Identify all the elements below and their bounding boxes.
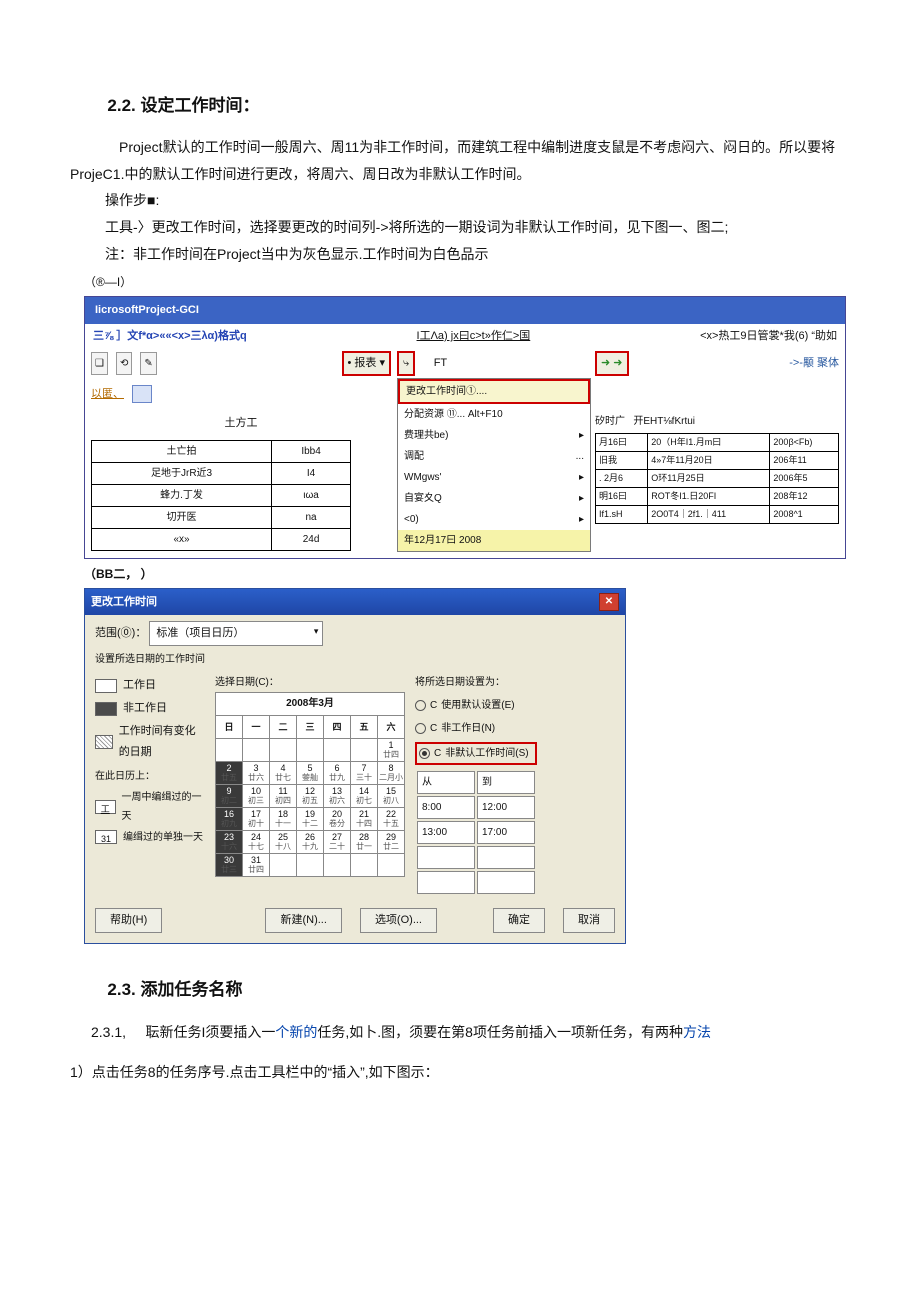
cell: 蜂力.丁发 bbox=[92, 484, 272, 506]
menu-item: 费理共be)▸ bbox=[398, 425, 590, 446]
cell: 切开医 bbox=[92, 506, 272, 528]
set-dates-label: 设置所选日期的工作时间 bbox=[95, 650, 615, 669]
sec22-para3: 工具-〉更改工作时间，选择要更改的时间列->将所选的一期设词为非默认工作时间，见… bbox=[70, 214, 850, 241]
set-to-panel: 将所选日期设置为： C 使用默认设置(E) C 非工作日(N) C 非默认工作时… bbox=[415, 673, 537, 896]
time-from2[interactable]: 13:00 bbox=[417, 821, 475, 844]
figure1-caption: （®—I） bbox=[84, 271, 850, 294]
toolbar-icon: ⟲ bbox=[116, 352, 132, 375]
bluesquare-icon bbox=[132, 385, 152, 403]
fig1-menu-mid: I工Λa) jx曰c>t»作仁>国 bbox=[417, 326, 531, 347]
fig1-right-help: ->-颙 聚体 bbox=[789, 353, 839, 374]
legend-nonwork-icon bbox=[95, 702, 117, 716]
cal-head-sat: 六 bbox=[378, 716, 405, 739]
time-to2[interactable]: 17:00 bbox=[477, 821, 535, 844]
menu-item: 年12月17曰 2008 bbox=[398, 530, 590, 551]
fig1-task-table: 土亡拍Ibb4 足地于JrR近3I4 蜂力.丁发ιωa 切开医na «x»24d bbox=[91, 440, 351, 551]
legend-weekday-icon: 工 bbox=[95, 800, 116, 814]
legend-work-icon bbox=[95, 679, 117, 693]
green-arrows-highlight: ➜ ➜ bbox=[595, 351, 629, 376]
select-date-label: 选择日期(C)： bbox=[215, 673, 405, 692]
from-label: 从 bbox=[417, 771, 475, 794]
fig1-menu-left: 三⅞ ］文f*α>««<x>三λα)格式q bbox=[93, 326, 247, 347]
menu-item: 自宴夊Q▸ bbox=[398, 488, 590, 509]
fig1-right-table: 月16曰20（H年I1.月m曰200β<Fb) 旧我4»7年11月20日206年… bbox=[595, 433, 839, 524]
cell: na bbox=[272, 506, 351, 528]
cal-head-sun: 日 bbox=[216, 716, 243, 739]
menu-item: WMgws'▸ bbox=[398, 467, 590, 488]
sec22-para1: Project默认的工作时间一般周六、周11为非工作时间，而建筑工程中编制进度支… bbox=[70, 134, 850, 187]
time-from1[interactable]: 8:00 bbox=[417, 796, 475, 819]
report-button-highlight: • 报表 ▾ bbox=[342, 351, 392, 376]
ok-button[interactable]: 确定 bbox=[493, 908, 545, 933]
close-icon[interactable]: ✕ bbox=[599, 593, 619, 611]
cell: 24d bbox=[272, 528, 351, 550]
menu-change-work-time: 更改工作时间①.... bbox=[398, 379, 590, 404]
options-button[interactable]: 选项(O)... bbox=[360, 908, 437, 933]
label: 矽时广 bbox=[595, 416, 625, 427]
on-calendar-label: 在此日历上： bbox=[95, 767, 205, 786]
tools-menu-highlight: ⤷ bbox=[397, 351, 415, 376]
legend-single: 编缉过的单独一天 bbox=[123, 828, 203, 847]
calendar-panel: 选择日期(C)： 2008年3月 日 一二三四五 六 1廿四2廿五3廿六4廿七5… bbox=[215, 673, 405, 877]
fig1-toolbar-left: ❑ ⟲ ✎ • 报表 ▾ bbox=[91, 351, 391, 376]
toolbar-icon: ❑ bbox=[91, 352, 108, 375]
legend-changed: 工作时间有变化的日期 bbox=[119, 721, 205, 763]
fig1-menubar: 三⅞ ］文f*α>««<x>三λα)格式q I工Λa) jx曰c>t»作仁>国 … bbox=[85, 324, 845, 349]
cell: ιωa bbox=[272, 484, 351, 506]
new-button[interactable]: 新建(N)... bbox=[265, 908, 341, 933]
legend-changed-icon bbox=[95, 735, 113, 749]
legend-panel: 工作日 非工作日 工作时间有变化的日期 在此日历上： 工一周中编缉过的一天 31… bbox=[95, 673, 205, 849]
fig1-orange-text: 以匿、 bbox=[91, 384, 124, 405]
dialog-title: 更改工作时间 bbox=[91, 592, 157, 613]
scope-label: 范围(⓪)： bbox=[95, 627, 146, 639]
opt-nonwork[interactable]: C 非工作日(N) bbox=[415, 719, 537, 738]
heading-2-3: 2.3. 添加任务名称 bbox=[70, 974, 850, 1006]
opt-default[interactable]: C 使用默认设置(E) bbox=[415, 696, 537, 715]
figure2-caption: （BB二， ） bbox=[84, 563, 850, 586]
calendar-month: 2008年3月 bbox=[216, 693, 405, 716]
scope-select[interactable]: 标准（项目日历） bbox=[149, 621, 323, 646]
time-to1[interactable]: 12:00 bbox=[477, 796, 535, 819]
fig1-titlebar: IicrosoftProject-GCI bbox=[85, 297, 845, 324]
to-label: 到 bbox=[477, 771, 535, 794]
sec23-para1: 2.3.1, 耺新任务I须要插入一个新的任务,如卜.图，须要在第8项任务前插入一… bbox=[70, 1019, 850, 1046]
sec22-para4: 注：非工作时间在Project当中为灰色显示.工作时间为白色品示 bbox=[70, 241, 850, 268]
figure-1-project-window: IicrosoftProject-GCI 三⅞ ］文f*α>««<x>三λα)格… bbox=[84, 296, 846, 559]
cell: Ibb4 bbox=[272, 440, 351, 462]
figure-2-change-work-time-dialog: 更改工作时间 ✕ 范围(⓪)： 标准（项目日历） 设置所选日期的工作时间 工作日… bbox=[84, 588, 626, 945]
menu-item: 调配... bbox=[398, 446, 590, 467]
toolbar-icon: ✎ bbox=[140, 352, 156, 375]
sec23-para2: 1）点击任务8的任务序号.点击工具栏中的“插入”,如下图示： bbox=[70, 1059, 850, 1086]
cancel-button[interactable]: 取消 bbox=[563, 908, 615, 933]
calendar-table[interactable]: 2008年3月 日 一二三四五 六 1廿四2廿五3廿六4廿七5蓥舢6廿九7三十8… bbox=[215, 692, 405, 877]
fig1-menu-right: <x>热工9日管裳*我(6) “助如 bbox=[700, 326, 837, 347]
cell: I4 bbox=[272, 462, 351, 484]
help-button[interactable]: 帮助(H) bbox=[95, 908, 162, 933]
legend-nonwork: 非工作日 bbox=[123, 698, 167, 719]
fig1-right-toolbar: ➜ ➜ ->-颙 聚体 bbox=[595, 351, 839, 376]
menu-item: <0)▸ bbox=[398, 509, 590, 530]
sec22-para2: 操作步■: bbox=[70, 187, 850, 214]
time-grid[interactable]: 从到 8:0012:00 13:0017:00 bbox=[415, 769, 537, 896]
cell: 土亡拍 bbox=[92, 440, 272, 462]
fig1-tools-dropdown: 更改工作时间①.... 分配资源 ⑪... Alt+F10 费理共be)▸ 调配… bbox=[397, 378, 591, 552]
opt-nondefault[interactable]: C 非默认工作时间(S) bbox=[415, 742, 537, 765]
menu-assign-res: 分配资源 ⑪... Alt+F10 bbox=[398, 404, 590, 425]
legend-single-icon: 31 bbox=[95, 830, 117, 844]
legend-weekday: 一周中编缉过的一天 bbox=[122, 788, 205, 826]
legend-work: 工作日 bbox=[123, 675, 156, 696]
cell: «x» bbox=[92, 528, 272, 550]
set-to-label: 将所选日期设置为： bbox=[415, 673, 537, 692]
cell: 足地于JrR近3 bbox=[92, 462, 272, 484]
heading-2-2: 2.2. 设定工作时间： bbox=[70, 90, 850, 122]
label: 开EHT⅛fKrtui bbox=[633, 416, 695, 427]
fig1-earthwork-label: 土方工 bbox=[91, 413, 391, 434]
